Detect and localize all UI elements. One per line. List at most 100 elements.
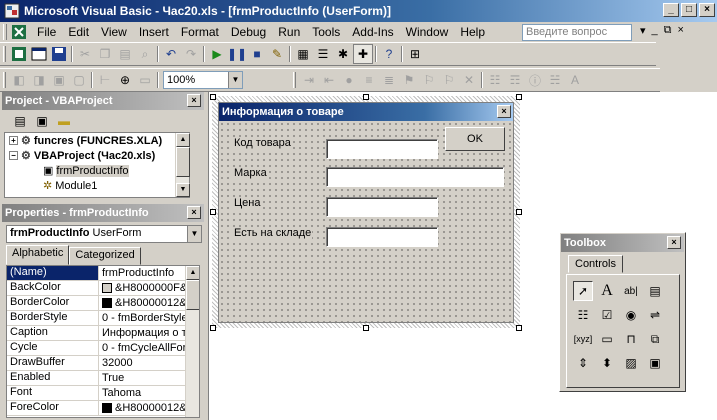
listbox-tool-icon[interactable]: ☷ — [573, 305, 593, 325]
optionbutton-tool-icon[interactable]: ◉ — [621, 305, 641, 325]
maximize-button[interactable]: □ — [681, 3, 697, 17]
userform-close-button[interactable]: × — [497, 105, 511, 118]
property-value[interactable]: 0 - fmBorderStyleN — [99, 311, 199, 325]
property-value[interactable]: 0 - fmCycleAllForm — [99, 341, 199, 355]
project-close-button[interactable]: × — [187, 94, 201, 107]
brand-textbox[interactable] — [326, 167, 504, 187]
textbox-tool-icon[interactable]: ab| — [621, 281, 641, 301]
resize-handle[interactable] — [210, 94, 216, 100]
menu-edit[interactable]: Edit — [62, 23, 95, 41]
property-row[interactable]: Font Tahoma — [7, 386, 199, 401]
project-tree[interactable]: + ⚙ funcres (FUNCRES.XLA) − ⚙ VBAProject… — [4, 132, 190, 198]
view-code-icon[interactable]: ▤ — [10, 111, 30, 131]
menu-window[interactable]: Window — [400, 23, 455, 41]
list-constants-icon[interactable]: ☶ — [505, 70, 525, 90]
outdent-icon[interactable]: ⇤ — [319, 70, 339, 90]
property-row[interactable]: BorderStyle 0 - fmBorderStyleN — [7, 311, 199, 326]
frame-tool-icon[interactable]: [xyz] — [573, 329, 593, 349]
resize-handle[interactable] — [363, 94, 369, 100]
reset-icon[interactable]: ■ — [247, 44, 267, 64]
price-textbox[interactable] — [326, 197, 438, 217]
ok-button[interactable]: OK — [445, 127, 505, 151]
property-value[interactable]: Tahoma — [99, 386, 199, 400]
toolbox-icon[interactable]: ✚ — [353, 44, 373, 64]
menu-add-ins[interactable]: Add-Ins — [346, 23, 399, 41]
resize-handle[interactable] — [516, 209, 522, 215]
find-icon[interactable]: ⌕ — [135, 44, 155, 64]
toolbar-grip[interactable] — [293, 72, 296, 88]
object-select[interactable]: frmProductInfo UserForm ▼ — [6, 225, 202, 243]
save-icon[interactable] — [49, 44, 69, 64]
break-icon[interactable]: ❚❚ — [227, 44, 247, 64]
cut-icon[interactable]: ✂ — [75, 44, 95, 64]
minimize-button[interactable]: _ — [663, 3, 679, 17]
property-value[interactable]: Информация о то — [99, 326, 199, 340]
menu-insert[interactable]: Insert — [133, 23, 175, 41]
mdi-dropdown-icon[interactable]: ▾ — [640, 24, 646, 37]
property-row[interactable]: BorderColor &H80000012& — [7, 296, 199, 311]
chevron-down-icon[interactable]: ▼ — [187, 226, 201, 242]
label-tool-icon[interactable]: A — [597, 281, 617, 301]
resize-handle[interactable] — [210, 325, 216, 331]
toolbox-close-button[interactable]: × — [667, 236, 681, 249]
label-in-stock[interactable]: Есть на складе — [233, 227, 313, 239]
bring-to-front-icon[interactable]: ◧ — [9, 70, 29, 90]
send-to-back-icon[interactable]: ◨ — [29, 70, 49, 90]
scroll-thumb[interactable] — [176, 147, 190, 177]
insert-userform-icon[interactable] — [29, 44, 49, 64]
resize-handle[interactable] — [210, 209, 216, 215]
tab-controls[interactable]: Controls — [568, 255, 623, 273]
ungroup-icon[interactable]: ▢ — [69, 70, 89, 90]
property-value[interactable]: True — [99, 371, 199, 385]
property-value[interactable]: frmProductInfo — [99, 266, 199, 280]
property-value[interactable]: &H80000012& — [99, 296, 199, 310]
chevron-down-icon[interactable]: ▼ — [228, 72, 242, 88]
property-row[interactable]: Cycle 0 - fmCycleAllForm — [7, 341, 199, 356]
redo-icon[interactable]: ↷ — [181, 44, 201, 64]
toggle-bookmark-icon[interactable]: ⚑ — [399, 70, 419, 90]
tree-item-funcres[interactable]: + ⚙ funcres (FUNCRES.XLA) — [5, 133, 189, 148]
scrollbar-tool-icon[interactable]: ⇕ — [573, 353, 593, 373]
scroll-down-icon[interactable]: ▼ — [176, 183, 190, 197]
tree-item-frmproductinfo[interactable]: ▣ frmProductInfo — [5, 163, 189, 178]
object-browser-icon[interactable]: ✱ — [333, 44, 353, 64]
product-code-textbox[interactable] — [326, 139, 438, 159]
undo-icon[interactable]: ↶ — [161, 44, 181, 64]
checkbox-tool-icon[interactable]: ☑ — [597, 305, 617, 325]
userform[interactable]: Информация о товаре × Код товара Марка Ц… — [218, 102, 514, 323]
pointer-icon[interactable]: ➚ — [573, 281, 593, 301]
collapse-icon[interactable]: − — [9, 151, 18, 160]
view-object-icon[interactable]: ▣ — [32, 111, 52, 131]
view-excel-icon[interactable] — [9, 44, 29, 64]
tab-categorized[interactable]: Categorized — [69, 247, 141, 265]
scroll-up-icon[interactable]: ▲ — [176, 133, 190, 147]
tree-item-module1[interactable]: ✲ Module1 — [5, 178, 189, 193]
menu-format[interactable]: Format — [175, 23, 225, 41]
refedit-tool-icon[interactable]: ▣ — [645, 353, 665, 373]
menu-debug[interactable]: Debug — [225, 23, 272, 41]
indent-icon[interactable]: ⇥ — [299, 70, 319, 90]
help-icon[interactable]: ? — [379, 44, 399, 64]
resize-handle[interactable] — [363, 325, 369, 331]
scroll-thumb[interactable] — [186, 280, 199, 310]
property-value[interactable]: 32000 — [99, 356, 199, 370]
project-scrollbar[interactable]: ▲ ▼ — [175, 133, 190, 197]
tab-alphabetic[interactable]: Alphabetic — [6, 245, 70, 265]
center-icon[interactable]: ⊕ — [115, 70, 135, 90]
excel-icon[interactable] — [11, 24, 27, 40]
close-button[interactable]: × — [699, 3, 715, 17]
tree-item-vbaproject[interactable]: − ⚙ VBAProject (Час20.xls) — [5, 148, 189, 163]
resize-handle[interactable] — [516, 94, 522, 100]
align-icon[interactable]: ⊢ — [95, 70, 115, 90]
run-icon[interactable]: ▶ — [207, 44, 227, 64]
menu-view[interactable]: View — [95, 23, 133, 41]
parameter-info-icon[interactable]: ☵ — [545, 70, 565, 90]
toolbar-grip[interactable] — [3, 46, 6, 62]
label-brand[interactable]: Марка — [233, 167, 268, 179]
help-search-input[interactable]: Введите вопрос — [522, 24, 632, 41]
toolbar-grip[interactable] — [3, 72, 6, 88]
spinbutton-tool-icon[interactable]: ⬍ — [597, 353, 617, 373]
complete-word-icon[interactable]: A — [565, 70, 585, 90]
properties-window-icon[interactable]: ☰ — [313, 44, 333, 64]
commandbutton-tool-icon[interactable]: ▭ — [597, 329, 617, 349]
